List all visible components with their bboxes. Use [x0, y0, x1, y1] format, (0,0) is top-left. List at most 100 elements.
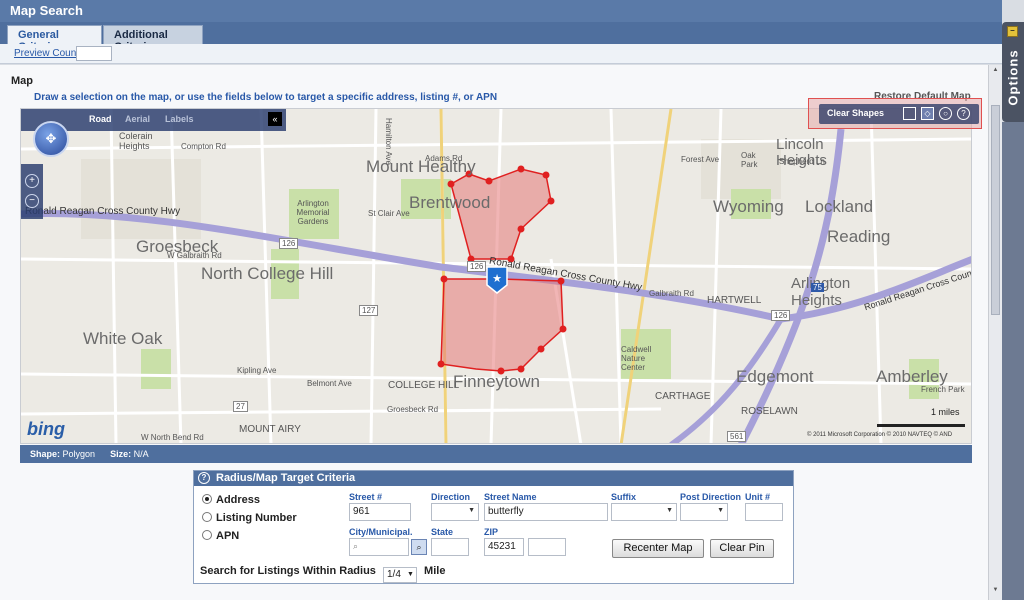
clear-shapes-button[interactable]: Clear Shapes	[827, 108, 884, 118]
scroll-up-icon[interactable]: ▲	[991, 67, 1000, 77]
shape-label: Shape:	[30, 449, 61, 459]
rectangle-icon[interactable]	[903, 107, 916, 120]
chevron-down-icon: ▼	[407, 571, 414, 578]
window-title: Map Search	[0, 0, 1002, 22]
main-content: Map Draw a selection on the map, or use …	[0, 65, 988, 600]
scrollbar-thumb[interactable]	[991, 105, 1000, 315]
direction-select[interactable]	[431, 503, 479, 521]
map-road-view-button[interactable]: Road	[89, 114, 112, 124]
map-road-w-north-bend: W North Bend Rd	[141, 433, 204, 442]
map-road-w-galbraith: W Galbraith Rd	[167, 251, 222, 260]
minimize-icon[interactable]: –	[1007, 26, 1018, 37]
state-label: State	[431, 527, 454, 537]
map-place-wyoming: Wyoming	[713, 197, 784, 216]
map-place-hartwell: HARTWELL	[707, 295, 762, 306]
radio-listing-label: Listing Number	[216, 512, 297, 524]
city-lookup-icon[interactable]: ⌕	[411, 539, 427, 555]
city-input[interactable]: ⌕	[349, 538, 409, 556]
zoom-out-icon[interactable]: −	[25, 194, 39, 208]
post-direction-label: Post Direction	[680, 492, 742, 502]
preview-count-link[interactable]: Preview Count	[14, 48, 79, 59]
map-road-groesbeck: Groesbeck Rd	[387, 405, 439, 414]
map-road-kipling: Kipling Ave	[237, 366, 277, 375]
map-road-galbraith: Galbraith Rd	[649, 289, 694, 298]
map-place-finneytown: Finneytown	[453, 372, 540, 391]
street-name-input[interactable]: butterfly	[484, 503, 608, 521]
scroll-down-icon[interactable]: ▼	[991, 587, 1000, 597]
map-collapse-button[interactable]: «	[268, 112, 282, 126]
map-instructions: Draw a selection on the map, or use the …	[34, 92, 498, 103]
map-place-mount-airy: MOUNT AIRY	[239, 424, 301, 435]
suffix-label: Suffix	[611, 492, 637, 502]
zoom-in-icon[interactable]: +	[25, 174, 39, 188]
map-shield-561: 561	[727, 431, 747, 442]
zip-extension-input[interactable]	[528, 538, 566, 556]
vertical-scrollbar[interactable]: ▲ ▼	[988, 65, 1002, 600]
clear-pin-button[interactable]: Clear Pin	[710, 539, 774, 558]
map-shield-127: 127	[359, 305, 379, 316]
sub-toolbar: Preview Count	[0, 44, 1002, 64]
circle-icon[interactable]: ○	[939, 107, 952, 120]
state-input[interactable]	[431, 538, 469, 556]
bing-logo: bing	[27, 419, 65, 439]
map-road-shepherd: Shepherd Ln	[779, 157, 825, 166]
options-label: Options	[1005, 49, 1021, 106]
shape-value: Polygon	[62, 449, 96, 459]
map-labels-button[interactable]: Labels	[165, 114, 194, 124]
tab-additional-criteria[interactable]: Additional Criteria	[103, 25, 203, 53]
map-aerial-view-button[interactable]: Aerial	[125, 114, 150, 124]
map-road-rr-hwy-west: Ronald Reagan Cross County Hwy	[25, 206, 181, 217]
svg-text:★: ★	[492, 272, 502, 285]
post-direction-select[interactable]	[680, 503, 728, 521]
tab-strip: General Criteria Additional Criteria	[0, 22, 1002, 53]
city-label: City/Municipal.	[349, 527, 413, 537]
options-panel-tab[interactable]: – Options	[1002, 22, 1024, 122]
radio-listing-icon[interactable]	[202, 512, 212, 522]
map-canvas[interactable]: ★ Mount Healthy Brentwood Groesbeck Nort…	[20, 108, 972, 444]
tab-general-criteria[interactable]: General Criteria	[7, 25, 102, 53]
map-zoom-control: + −	[21, 164, 43, 219]
map-place-carthage: CARTHAGE	[655, 391, 711, 402]
map-place-colerain-heights: Colerain Heights	[119, 131, 153, 151]
polygon-icon[interactable]: ◇	[921, 107, 934, 120]
unit-number-label: Unit #	[745, 492, 771, 502]
map-shield-75: 75	[811, 283, 824, 292]
map-place-roselawn: ROSELAWN	[741, 406, 798, 417]
radius-select[interactable]: 1/4 ▼	[382, 567, 417, 583]
map-road-forest: Forest Ave	[681, 155, 720, 164]
suffix-select[interactable]	[611, 503, 677, 521]
map-place-brentwood: Brentwood	[409, 193, 491, 212]
map-place-lockland: Lockland	[805, 197, 874, 216]
radius-criteria-panel: ? Radius/Map Target Criteria Address Lis…	[193, 470, 794, 584]
map-scale-bar	[877, 424, 965, 427]
map-place-reading: Reading	[827, 227, 891, 246]
zip-input[interactable]: 45231	[484, 538, 524, 556]
radio-apn-icon[interactable]	[202, 530, 212, 540]
shape-tools-bar: Clear Shapes ◇ ○ ?	[819, 104, 979, 124]
street-number-input[interactable]: 961	[349, 503, 411, 521]
map-pan-compass-icon[interactable]: ✥	[33, 121, 69, 157]
size-label: Size:	[110, 449, 132, 459]
shape-info-bar: Shape: Polygon Size: N/A	[20, 445, 972, 463]
map-road-st-clair: St Clair Ave	[368, 209, 410, 218]
map-scale-label: 1 miles	[931, 407, 960, 417]
radius-prefix-label: Search for Listings Within Radius	[200, 565, 376, 577]
direction-label: Direction	[431, 492, 471, 502]
radio-apn-label: APN	[216, 530, 240, 542]
map-place-oak-park: Oak Park	[741, 151, 758, 169]
radio-listing-number[interactable]: Listing Number	[202, 512, 297, 524]
radio-address-icon[interactable]	[202, 494, 212, 504]
unit-number-input[interactable]	[745, 503, 783, 521]
radio-address-label: Address	[216, 494, 261, 506]
info-icon[interactable]: ?	[198, 472, 210, 484]
map-shield-126c: 126	[771, 310, 791, 321]
map-place-college-hill: COLLEGE HILL	[388, 380, 460, 391]
map-road-compton: Compton Rd	[181, 142, 226, 151]
recenter-map-button[interactable]: Recenter Map	[612, 539, 704, 558]
map-shield-126b: 126	[467, 261, 487, 272]
radio-address[interactable]: Address	[202, 494, 260, 506]
criteria-header: ? Radius/Map Target Criteria	[194, 471, 793, 486]
help-icon[interactable]: ?	[957, 107, 970, 120]
street-number-label: Street #	[349, 492, 383, 502]
radio-apn[interactable]: APN	[202, 530, 239, 542]
